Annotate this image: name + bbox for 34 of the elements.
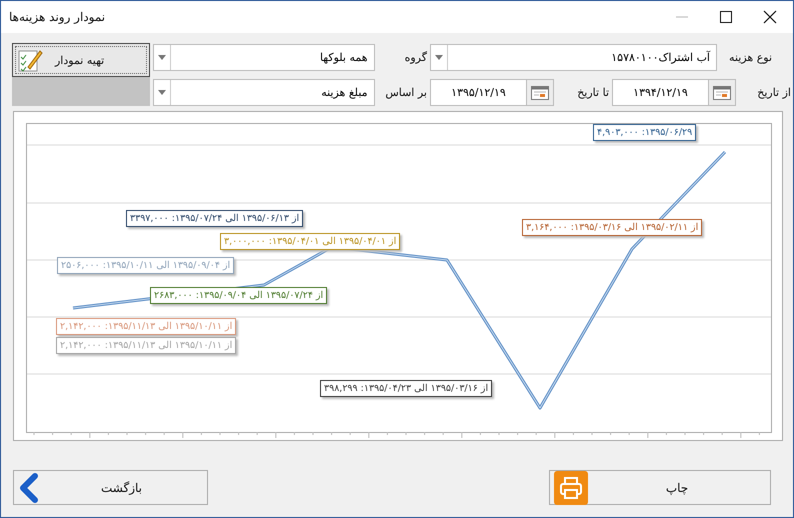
data-label: از ۱۳۹۵/۰۷/۲۴ الی ۱۳۹۵/۰۹/۰۴: ۲۶۸۳,۰۰۰ bbox=[150, 287, 328, 304]
caret-icon bbox=[158, 55, 166, 60]
to-date-label: تا تاریخ bbox=[576, 86, 609, 99]
back-button[interactable]: بازگشت bbox=[13, 470, 208, 505]
chevron-left-icon bbox=[18, 472, 40, 502]
calendar-button[interactable] bbox=[708, 80, 735, 105]
window-title: نمودار روند هزینه‌ها bbox=[9, 10, 106, 24]
data-label: از ۱۳۹۵/۱۰/۱۱ الی ۱۳۹۵/۱۱/۱۳: ۲,۱۴۲,۰۰۰ bbox=[56, 318, 236, 335]
group-dropdown[interactable]: همه بلوکها bbox=[153, 44, 375, 71]
calendar-icon bbox=[531, 86, 549, 100]
data-label: از ۱۳۹۵/۰۲/۱۱ الی ۱۳۹۵/۰۳/۱۶: ۳,۱۶۴,۰۰۰ bbox=[522, 219, 702, 236]
close-icon[interactable] bbox=[763, 10, 777, 24]
data-label: از ۱۳۹۵/۰۳/۱۶ الی ۱۳۹۵/۰۴/۲۳: ۳۹۸,۲۹۹ bbox=[320, 380, 492, 397]
date-field[interactable]: ۱۳۹۵/۱۲/۱۹ bbox=[430, 79, 554, 106]
calendar-button[interactable] bbox=[526, 80, 553, 105]
caret-icon bbox=[435, 55, 443, 60]
data-label: از ۱۳۹۵/۰۹/۰۴ الی ۱۳۹۵/۱۰/۱۱: ۲۵۰۶,۰۰۰ bbox=[57, 257, 234, 274]
build-chart-button[interactable]: تهیه نمودار bbox=[12, 43, 150, 77]
from-date-label: از تاریخ bbox=[756, 86, 791, 99]
printer-icon bbox=[554, 470, 588, 504]
data-label: ۱۳۹۵/۰۶/۲۹: ۴,۹۰۳,۰۰۰ bbox=[593, 124, 696, 141]
group-label: گروه bbox=[404, 51, 427, 64]
calendar-icon bbox=[713, 86, 731, 100]
date-field[interactable]: ۱۳۹۴/۱۲/۱۹ bbox=[612, 79, 736, 106]
data-label: از ۱۳۹۵/۰۴/۰۱ الی ۱۳۹۵/۰۴/۰۱: ۳,۰۰۰,۰۰۰ bbox=[220, 233, 400, 250]
basis-dropdown[interactable]: مبلغ هزینه bbox=[153, 79, 375, 106]
cost-type-label: نوع هزینه bbox=[728, 51, 772, 64]
cost-type-dropdown[interactable]: آب اشتراک۱۵۷۸۰۱۰۰ bbox=[430, 44, 717, 71]
caret-icon bbox=[158, 90, 166, 95]
data-label: از ۱۳۹۵/۰۶/۱۳ الی ۱۳۹۵/۰۷/۲۴: ۳۳۹۷,۰۰۰ bbox=[126, 210, 304, 227]
basis-label: بر اساس bbox=[384, 86, 427, 99]
print-button[interactable]: چاپ bbox=[549, 470, 771, 505]
maximize-icon[interactable] bbox=[719, 10, 733, 24]
data-label: از ۱۳۹۵/۱۰/۱۱ الی ۱۳۹۵/۱۱/۱۳: ۲,۱۴۲,۰۰۰ bbox=[56, 337, 236, 354]
